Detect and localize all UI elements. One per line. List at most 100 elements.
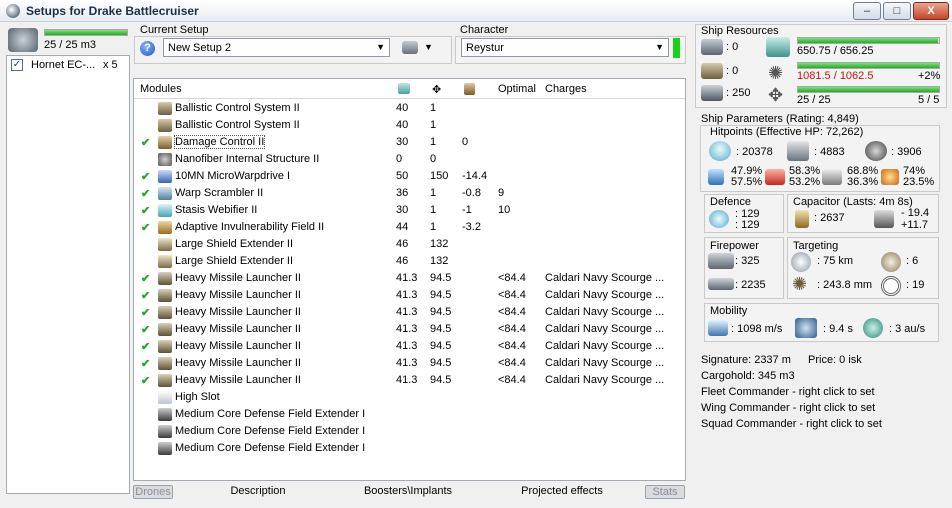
maximize-button[interactable]: □ xyxy=(883,2,911,20)
drone-qty: x 5 xyxy=(103,59,118,71)
table-row[interactable]: Medium Core Defense Field Extender I xyxy=(134,406,685,423)
active-check-icon[interactable]: ✔ xyxy=(141,221,150,234)
module-optimal: 9 xyxy=(498,187,505,199)
table-row[interactable]: ✔ 10MN MicroWarpdrive I 50 150 -14.4 xyxy=(134,168,685,185)
table-row[interactable]: ✔ Heavy Missile Launcher II 41.3 94.5 <84.4 C… xyxy=(134,287,685,304)
table-row[interactable]: Large Shield Extender II 46 132 xyxy=(134,236,685,253)
squad-commander-slot[interactable]: Squad Commander - right click to set xyxy=(701,418,882,430)
table-row[interactable]: Medium Core Defense Field Extender I xyxy=(134,440,685,457)
help-icon[interactable]: ? xyxy=(140,41,155,56)
header-modules[interactable]: Modules xyxy=(140,83,182,95)
dps-value: : 325 xyxy=(735,255,760,267)
table-row[interactable]: ✔ Heavy Missile Launcher II 41.3 94.5 <84.4 C… xyxy=(134,355,685,372)
table-row[interactable]: ✔ Stasis Webifier II 30 1 -1 10 xyxy=(134,202,685,219)
active-check-icon[interactable]: ✔ xyxy=(141,340,150,353)
module-name: Heavy Missile Launcher II xyxy=(175,272,301,284)
module-optimal: <84.4 xyxy=(498,323,526,335)
table-row[interactable]: ✔ Heavy Missile Launcher II 41.3 94.5 <84.4 C… xyxy=(134,372,685,389)
module-cpu: 41.3 xyxy=(396,357,418,369)
active-check-icon[interactable]: ✔ xyxy=(141,272,150,285)
ballistic-control-icon xyxy=(158,119,172,132)
wing-commander-slot[interactable]: Wing Commander - right click to set xyxy=(701,402,875,414)
setup-label: Current Setup xyxy=(140,24,209,36)
module-capacitor: -14.4 xyxy=(462,170,488,182)
fleet-commander-slot[interactable]: Fleet Commander - right click to set xyxy=(701,386,875,398)
character-select[interactable]: Reystur ▼ xyxy=(461,38,669,57)
table-row[interactable]: ✔ Heavy Missile Launcher II 41.3 94.5 <84.4 C… xyxy=(134,338,685,355)
close-button[interactable]: X xyxy=(913,2,949,20)
active-check-icon[interactable]: ✔ xyxy=(141,374,150,387)
table-row[interactable]: ✔ Adaptive Invulnerability Field II 44 1 -3.… xyxy=(134,219,685,236)
table-row[interactable]: Nanofiber Internal Structure II 0 0 xyxy=(134,151,685,168)
tab-boosters-implants[interactable]: Boosters\Implants xyxy=(358,485,458,497)
module-cpu: 41.3 xyxy=(396,323,418,335)
module-cpu: 36 xyxy=(396,187,409,199)
table-row[interactable]: High Slot xyxy=(134,389,685,406)
defence-group: Defence : 129 : 129 xyxy=(704,194,784,233)
capacitor-column-icon[interactable] xyxy=(464,83,475,95)
active-check-icon[interactable]: ✔ xyxy=(141,323,150,336)
minimize-button[interactable]: ‒ xyxy=(853,2,881,20)
active-check-icon[interactable]: ✔ xyxy=(141,170,150,183)
active-check-icon[interactable]: ✔ xyxy=(141,204,150,217)
module-cpu: 41.3 xyxy=(396,374,418,386)
modules-grid[interactable]: Modules ✥ Optimal Charges Ballistic Cont… xyxy=(133,78,686,481)
active-check-icon[interactable]: ✔ xyxy=(141,136,150,149)
module-charges: Caldari Navy Scourge ... xyxy=(545,340,665,352)
tab-drones[interactable]: Drones xyxy=(133,485,173,499)
table-row[interactable]: Ballistic Control System II 40 1 xyxy=(134,117,685,134)
em-resist-armor: 57.5% xyxy=(731,176,763,188)
tab-description[interactable]: Description xyxy=(218,485,298,497)
module-name: Heavy Missile Launcher II xyxy=(175,374,301,386)
explosive-resist-armor: 23.5% xyxy=(903,176,935,188)
missile-launcher-icon xyxy=(158,306,172,319)
module-charges: Caldari Navy Scourge ... xyxy=(545,374,665,386)
drone-name: Hornet EC-... xyxy=(31,59,96,71)
active-check-icon[interactable]: ✔ xyxy=(141,306,150,319)
setup-tools-button[interactable]: ▼ xyxy=(402,40,434,56)
active-check-icon[interactable]: ✔ xyxy=(141,357,150,370)
powergrid-icon: ✺ xyxy=(768,63,784,83)
setup-select[interactable]: New Setup 2 ▼ xyxy=(163,38,390,57)
module-name: Medium Core Defense Field Extender I xyxy=(175,442,366,454)
header-optimal[interactable]: Optimal xyxy=(498,83,536,95)
shield-hp: : 20378 xyxy=(736,146,773,158)
module-name: Heavy Missile Launcher II xyxy=(175,306,301,318)
table-row[interactable]: ✔ Damage Control II 30 1 0 xyxy=(134,134,685,151)
structure-hp: : 3906 xyxy=(891,146,922,158)
table-row[interactable]: ✔ Warp Scrambler II 36 1 -0.8 9 xyxy=(134,185,685,202)
align-time-icon xyxy=(795,318,817,338)
table-row[interactable]: Medium Core Defense Field Extender I xyxy=(134,423,685,440)
table-row[interactable]: ✔ Heavy Missile Launcher II 41.3 94.5 <84.4 C… xyxy=(134,270,685,287)
hitpoints-title: Hitpoints (Effective HP: 72,262) xyxy=(710,126,864,138)
character-value: Reystur xyxy=(466,42,504,54)
table-row[interactable]: ✔ Heavy Missile Launcher II 41.3 94.5 <84.4 C… xyxy=(134,304,685,321)
module-name: Medium Core Defense Field Extender I xyxy=(175,425,366,437)
ship-parameters-title: Ship Parameters (Rating: 4,849) xyxy=(701,113,859,125)
drone-list-item[interactable]: ✓ Hornet EC-... x 5 xyxy=(7,56,129,74)
table-row[interactable]: Large Shield Extender II 46 132 xyxy=(134,253,685,270)
power-column-icon[interactable]: ✥ xyxy=(432,83,444,96)
armor-icon xyxy=(787,141,809,161)
module-charges: Caldari Navy Scourge ... xyxy=(545,323,665,335)
drone-list[interactable]: ✓ Hornet EC-... x 5 xyxy=(6,55,130,494)
tab-projected-effects[interactable]: Projected effects xyxy=(512,485,612,497)
capacitor-recharge: +11.7 xyxy=(901,219,929,231)
targeting-group: Targeting : 75 km : 6 ✺ : 243.8 mm : 19 xyxy=(787,237,939,299)
cpu-column-icon[interactable] xyxy=(398,83,410,94)
drone-checkbox[interactable]: ✓ xyxy=(11,59,23,71)
capacitor-title: Capacitor (Lasts: 4m 8s) xyxy=(793,196,913,208)
header-charges[interactable]: Charges xyxy=(545,83,587,95)
active-check-icon[interactable]: ✔ xyxy=(141,187,150,200)
active-check-icon[interactable]: ✔ xyxy=(141,289,150,302)
table-row[interactable]: Ballistic Control System II 40 1 xyxy=(134,100,685,117)
module-name: Nanofiber Internal Structure II xyxy=(175,153,320,165)
missile-launcher-icon xyxy=(158,323,172,336)
module-name: Large Shield Extender II xyxy=(175,238,294,250)
module-name: Medium Core Defense Field Extender I xyxy=(175,408,366,420)
targeting-range-icon xyxy=(791,252,811,272)
turret-slot-icon xyxy=(701,39,723,55)
module-power: 94.5 xyxy=(430,357,452,369)
tab-stats[interactable]: Stats xyxy=(645,485,685,499)
table-row[interactable]: ✔ Heavy Missile Launcher II 41.3 94.5 <84.4 C… xyxy=(134,321,685,338)
